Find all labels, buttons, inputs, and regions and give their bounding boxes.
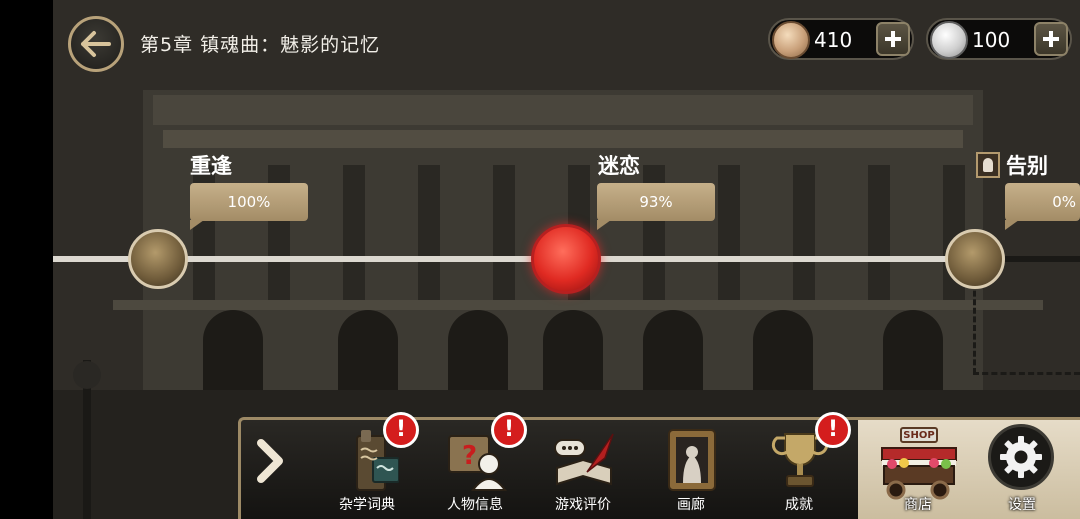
shop-button[interactable]: SHOP 商店 [866,420,970,519]
menu-item-character-info[interactable]: ? ! 人物信息 [423,412,527,519]
episode-progress-tag: 0% [1005,183,1080,230]
chevron-right-icon [257,439,283,483]
add-silver-currency-button[interactable] [1034,22,1068,56]
bronze-coin-icon [772,21,810,59]
episode-node-completed[interactable] [128,229,188,289]
menu-item-achievements[interactable]: ! 成就 [747,412,851,519]
quill-review-icon [554,433,614,486]
left-letterbox [0,0,53,519]
notification-badge: ! [815,412,851,448]
menu-item-label: 成就 [785,497,813,513]
menu-item-label: 游戏评价 [555,497,611,513]
menu-item-label: 人物信息 [447,497,503,513]
expand-menu-button[interactable] [248,425,292,497]
shop-sign: SHOP [900,427,938,443]
back-button[interactable] [68,16,124,72]
silver-currency-counter: 100 [926,18,1072,60]
silver-currency-amount: 100 [972,28,1011,52]
timeline-branch-line [973,282,976,374]
menu-item-gallery[interactable]: 画廊 [639,420,743,519]
timeline-branch-line [973,372,1080,375]
gallery-frame-icon [668,429,716,491]
episode-progress-tag: 93% [597,183,715,230]
episode-label: 重逢 [190,154,232,178]
episode-label: 告别 [1006,154,1048,178]
silver-coin-icon [930,21,968,59]
menu-item-label: 杂学词典 [339,497,395,513]
episode-progress-tag: 100% [190,183,308,230]
game-screen: 第5章 镇魂曲：魅影的记忆 410 100 重逢 100% 迷恋 93% 告别 … [0,0,1080,519]
episode-node-current[interactable] [531,224,601,294]
episode-label: 迷恋 [598,154,640,178]
bronze-currency-counter: 410 [768,18,914,60]
notification-badge: ! [383,412,419,448]
gear-icon [988,424,1054,490]
notification-badge: ! [491,412,527,448]
shop-label: 商店 [904,497,932,513]
bronze-currency-amount: 410 [814,28,853,52]
settings-label: 设置 [1008,497,1036,513]
add-bronze-currency-button[interactable] [876,22,910,56]
timeline-locked-segment [1003,256,1080,262]
svg-text:?: ? [462,441,477,471]
menu-item-label: 画廊 [677,497,705,513]
settings-button[interactable]: 设置 [986,420,1058,519]
episode-node-locked[interactable] [945,229,1005,289]
menu-item-dictionary[interactable]: ! 杂学词典 [315,412,419,519]
chapter-title: 第5章 镇魂曲：魅影的记忆 [140,34,381,56]
arrow-left-icon [81,31,111,57]
portrait-icon [976,152,1000,178]
menu-item-game-review[interactable]: 游戏评价 [531,420,635,519]
